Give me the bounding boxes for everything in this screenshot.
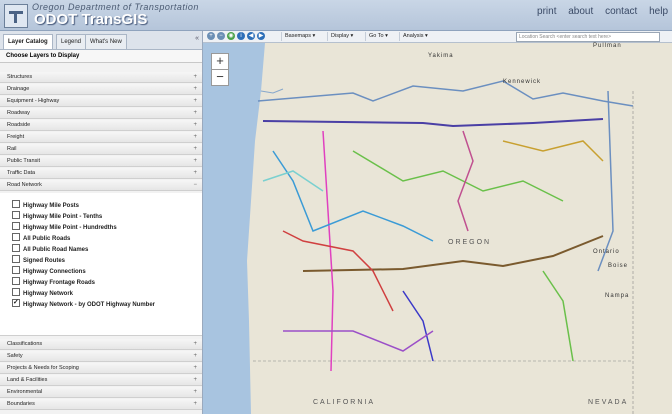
layer-item[interactable]: All Public Roads [12,233,70,245]
basemaps-menu[interactable]: Basemaps ▾ [281,32,318,41]
checkbox[interactable] [12,288,20,297]
checkbox[interactable] [12,211,20,220]
location-search-input[interactable]: Location Search <enter search text here> [516,32,660,42]
category-safety[interactable]: Safety + [0,351,202,362]
category-rail[interactable]: Rail + [0,144,202,155]
category-structures[interactable]: Structures + [0,72,202,83]
expand-icon: + [193,353,197,359]
city-label: Kennewick [503,79,542,85]
layer-item[interactable]: Highway Mile Point - Tenths [12,211,102,223]
help-link[interactable]: help [649,6,668,17]
checkbox[interactable] [12,266,20,275]
choose-layers-heading: Choose Layers to Display [0,50,202,63]
category-traffic-data[interactable]: Traffic Data + [0,168,202,179]
layer-item[interactable]: Highway Frontage Roads [12,277,95,289]
checkbox[interactable] [12,222,20,231]
zoom-out-icon[interactable]: − [217,32,225,40]
layer-sidebar: Layer Catalog Legend What's New « Choose… [0,31,203,414]
about-link[interactable]: about [568,6,593,17]
layer-item[interactable]: Highway Mile Posts [12,200,79,212]
city-label: Nampa [605,293,630,299]
app-title: ODOT TransGIS [34,11,148,28]
expand-icon: + [193,401,197,407]
layer-item[interactable]: Highway Network - by ODOT Highway Number [12,297,155,311]
category-roadside[interactable]: Roadside + [0,120,202,131]
category-environmental[interactable]: Environmental + [0,387,202,398]
full-extent-icon[interactable]: ◉ [227,32,235,40]
category-freight[interactable]: Freight + [0,132,202,143]
checkbox-checked[interactable] [12,297,20,308]
checkbox[interactable] [12,244,20,253]
road-network-layers: Highway Mile Posts Highway Mile Point - … [0,193,202,336]
category-projects-needs[interactable]: Projects & Needs for Scoping + [0,363,202,374]
state-label: OREGON [448,239,492,246]
expand-icon: + [193,134,197,140]
collapse-sidebar-icon[interactable]: « [195,35,199,42]
display-menu[interactable]: Display ▾ [327,32,356,41]
sidebar-tabs: Layer Catalog Legend What's New « [0,31,202,50]
category-boundaries[interactable]: Boundaries + [0,399,202,410]
expand-icon: + [193,146,197,152]
checkbox[interactable] [12,200,20,209]
expand-icon: + [193,122,197,128]
info-icon[interactable]: i [237,32,245,40]
city-label: Pullman [593,43,622,49]
layer-item[interactable]: Signed Routes [12,255,65,267]
city-label: Boise [608,263,629,269]
map-view[interactable]: + − ◉ i ◀ ▶ Basemaps ▾ Display ▾ Go To ▾… [203,31,672,414]
map-zoom-in-button[interactable]: + [211,53,229,70]
app-header: Oregon Department of Transportation ODOT… [0,0,672,31]
expand-icon: + [193,365,197,371]
state-label: NEVADA [588,399,629,406]
expand-icon: + [193,389,197,395]
layer-item[interactable]: Highway Network [12,288,73,300]
collapse-icon: − [193,182,197,188]
expand-icon: + [193,377,197,383]
goto-menu[interactable]: Go To ▾ [365,32,391,41]
layer-item[interactable]: All Public Road Names [12,244,88,256]
checkbox[interactable] [12,233,20,242]
map-zoom-out-button[interactable]: − [211,69,229,86]
tab-whats-new[interactable]: What's New [85,34,127,49]
tab-layer-catalog[interactable]: Layer Catalog [3,34,53,49]
category-drainage[interactable]: Drainage + [0,84,202,95]
layer-item[interactable]: Highway Connections [12,266,86,278]
city-label: Ontario [593,249,620,255]
city-label: Yakima [428,53,454,59]
map-canvas [203,31,672,414]
expand-icon: + [193,74,197,80]
expand-icon: + [193,170,197,176]
expand-icon: + [193,110,197,116]
back-icon[interactable]: ◀ [247,32,255,40]
expand-icon: + [193,341,197,347]
layer-item[interactable]: Highway Mile Point - Hundredths [12,222,117,234]
odot-logo [4,4,28,28]
expand-icon: + [193,158,197,164]
category-classifications[interactable]: Classifications + [0,339,202,350]
tab-legend[interactable]: Legend [56,34,87,49]
state-label: CALIFORNIA [313,399,376,406]
contact-link[interactable]: contact [605,6,637,17]
category-equipment-highway[interactable]: Equipment - Highway + [0,96,202,107]
checkbox[interactable] [12,277,20,286]
category-road-network[interactable]: Road Network − [0,180,202,191]
map-toolbar: + − ◉ i ◀ ▶ Basemaps ▾ Display ▾ Go To ▾… [203,31,672,43]
forward-icon[interactable]: ▶ [257,32,265,40]
analysis-menu[interactable]: Analysis ▾ [399,32,431,41]
category-roadway[interactable]: Roadway + [0,108,202,119]
print-link[interactable]: print [537,6,556,17]
checkbox[interactable] [12,255,20,264]
expand-icon: + [193,98,197,104]
zoom-in-icon[interactable]: + [207,32,215,40]
expand-icon: + [193,86,197,92]
category-public-transit[interactable]: Public Transit + [0,156,202,167]
category-land-facilities[interactable]: Land & Facilities + [0,375,202,386]
top-links: print about contact help [528,6,668,17]
